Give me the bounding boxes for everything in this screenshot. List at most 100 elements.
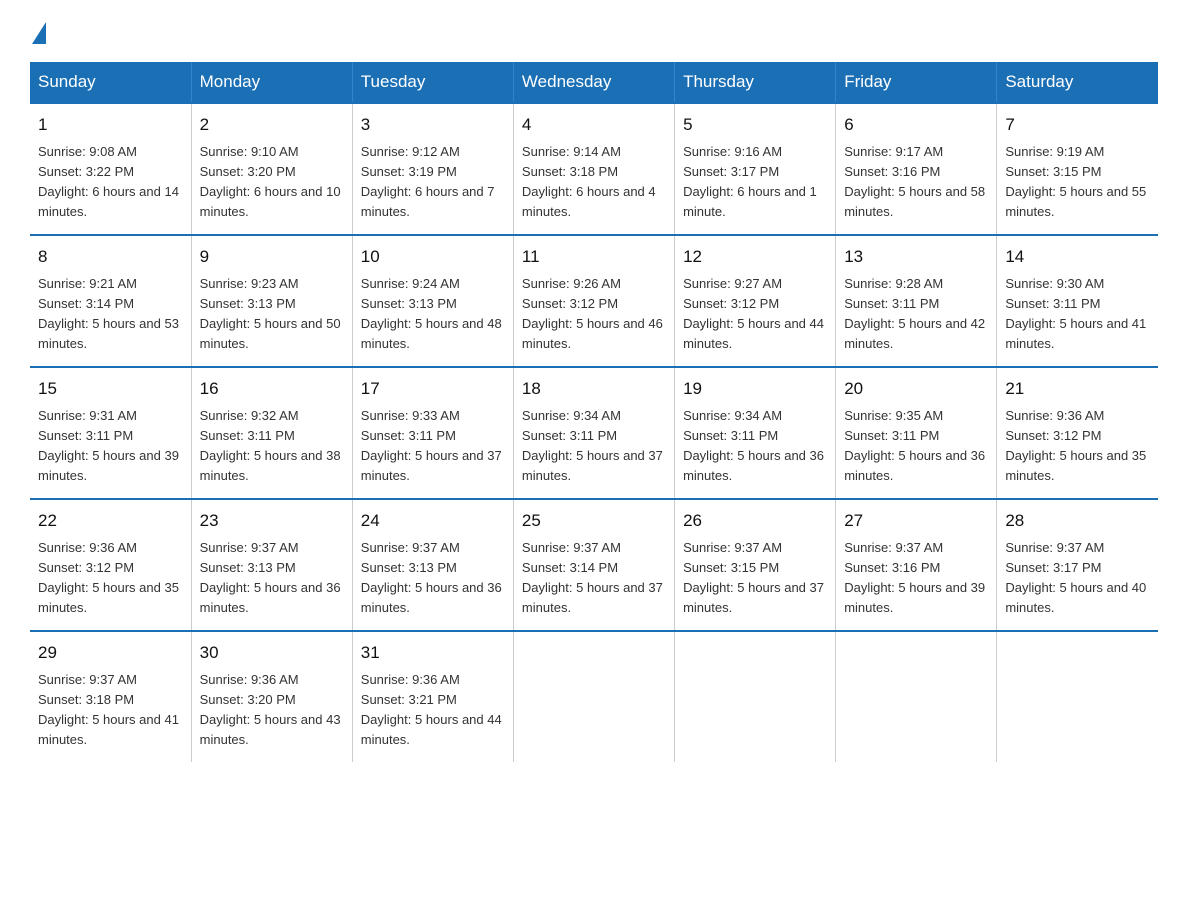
calendar-cell: 10 Sunrise: 9:24 AMSunset: 3:13 PMDayligh… <box>352 235 513 367</box>
column-header-saturday: Saturday <box>997 62 1158 103</box>
day-info: Sunrise: 9:26 AMSunset: 3:12 PMDaylight:… <box>522 274 666 355</box>
day-number: 30 <box>200 640 344 666</box>
day-number: 16 <box>200 376 344 402</box>
calendar-cell: 20 Sunrise: 9:35 AMSunset: 3:11 PMDayligh… <box>836 367 997 499</box>
logo-triangle-icon <box>32 22 46 44</box>
calendar-cell: 26 Sunrise: 9:37 AMSunset: 3:15 PMDayligh… <box>675 499 836 631</box>
day-info: Sunrise: 9:36 AMSunset: 3:21 PMDaylight:… <box>361 670 505 751</box>
day-info: Sunrise: 9:19 AMSunset: 3:15 PMDaylight:… <box>1005 142 1150 223</box>
day-info: Sunrise: 9:08 AMSunset: 3:22 PMDaylight:… <box>38 142 183 223</box>
calendar-cell: 16 Sunrise: 9:32 AMSunset: 3:11 PMDayligh… <box>191 367 352 499</box>
day-info: Sunrise: 9:32 AMSunset: 3:11 PMDaylight:… <box>200 406 344 487</box>
week-row-1: 1 Sunrise: 9:08 AMSunset: 3:22 PMDaylight… <box>30 103 1158 235</box>
day-info: Sunrise: 9:35 AMSunset: 3:11 PMDaylight:… <box>844 406 988 487</box>
calendar-cell: 22Sunrise: 9:36 AMSunset: 3:12 PMDayligh… <box>30 499 191 631</box>
day-number: 21 <box>1005 376 1150 402</box>
day-info: Sunrise: 9:14 AMSunset: 3:18 PMDaylight:… <box>522 142 666 223</box>
day-number: 17 <box>361 376 505 402</box>
day-info: Sunrise: 9:33 AMSunset: 3:11 PMDaylight:… <box>361 406 505 487</box>
day-number: 1 <box>38 112 183 138</box>
day-info: Sunrise: 9:24 AMSunset: 3:13 PMDaylight:… <box>361 274 505 355</box>
calendar-cell: 19Sunrise: 9:34 AMSunset: 3:11 PMDayligh… <box>675 367 836 499</box>
day-number: 31 <box>361 640 505 666</box>
calendar-cell: 31 Sunrise: 9:36 AMSunset: 3:21 PMDayligh… <box>352 631 513 762</box>
day-info: Sunrise: 9:37 AMSunset: 3:13 PMDaylight:… <box>361 538 505 619</box>
calendar-cell <box>836 631 997 762</box>
day-info: Sunrise: 9:37 AMSunset: 3:13 PMDaylight:… <box>200 538 344 619</box>
day-info: Sunrise: 9:36 AMSunset: 3:12 PMDaylight:… <box>38 538 183 619</box>
day-info: Sunrise: 9:27 AMSunset: 3:12 PMDaylight:… <box>683 274 827 355</box>
column-header-tuesday: Tuesday <box>352 62 513 103</box>
column-header-wednesday: Wednesday <box>513 62 674 103</box>
calendar-cell <box>675 631 836 762</box>
calendar-cell: 7 Sunrise: 9:19 AMSunset: 3:15 PMDaylight… <box>997 103 1158 235</box>
logo <box>30 20 46 44</box>
day-info: Sunrise: 9:23 AMSunset: 3:13 PMDaylight:… <box>200 274 344 355</box>
day-info: Sunrise: 9:37 AMSunset: 3:18 PMDaylight:… <box>38 670 183 751</box>
day-info: Sunrise: 9:37 AMSunset: 3:16 PMDaylight:… <box>844 538 988 619</box>
day-number: 2 <box>200 112 344 138</box>
day-number: 19 <box>683 376 827 402</box>
day-number: 29 <box>38 640 183 666</box>
day-number: 3 <box>361 112 505 138</box>
calendar-cell <box>513 631 674 762</box>
calendar-header-row: SundayMondayTuesdayWednesdayThursdayFrid… <box>30 62 1158 103</box>
column-header-thursday: Thursday <box>675 62 836 103</box>
calendar-cell: 3 Sunrise: 9:12 AMSunset: 3:19 PMDaylight… <box>352 103 513 235</box>
calendar-cell: 24 Sunrise: 9:37 AMSunset: 3:13 PMDayligh… <box>352 499 513 631</box>
calendar-table: SundayMondayTuesdayWednesdayThursdayFrid… <box>30 62 1158 762</box>
day-number: 26 <box>683 508 827 534</box>
day-number: 9 <box>200 244 344 270</box>
day-number: 20 <box>844 376 988 402</box>
calendar-cell: 27Sunrise: 9:37 AMSunset: 3:16 PMDayligh… <box>836 499 997 631</box>
day-number: 7 <box>1005 112 1150 138</box>
day-number: 5 <box>683 112 827 138</box>
day-number: 15 <box>38 376 183 402</box>
calendar-cell: 11Sunrise: 9:26 AMSunset: 3:12 PMDayligh… <box>513 235 674 367</box>
calendar-cell: 30 Sunrise: 9:36 AMSunset: 3:20 PMDayligh… <box>191 631 352 762</box>
day-number: 8 <box>38 244 183 270</box>
calendar-cell: 17 Sunrise: 9:33 AMSunset: 3:11 PMDayligh… <box>352 367 513 499</box>
calendar-cell: 13 Sunrise: 9:28 AMSunset: 3:11 PMDayligh… <box>836 235 997 367</box>
calendar-cell: 15Sunrise: 9:31 AMSunset: 3:11 PMDayligh… <box>30 367 191 499</box>
day-number: 24 <box>361 508 505 534</box>
week-row-5: 29 Sunrise: 9:37 AMSunset: 3:18 PMDayligh… <box>30 631 1158 762</box>
day-number: 13 <box>844 244 988 270</box>
day-info: Sunrise: 9:16 AMSunset: 3:17 PMDaylight:… <box>683 142 827 223</box>
day-info: Sunrise: 9:17 AMSunset: 3:16 PMDaylight:… <box>844 142 988 223</box>
page-header <box>30 20 1158 44</box>
week-row-2: 8 Sunrise: 9:21 AMSunset: 3:14 PMDaylight… <box>30 235 1158 367</box>
calendar-cell: 5 Sunrise: 9:16 AMSunset: 3:17 PMDaylight… <box>675 103 836 235</box>
column-header-monday: Monday <box>191 62 352 103</box>
day-number: 6 <box>844 112 988 138</box>
day-info: Sunrise: 9:30 AMSunset: 3:11 PMDaylight:… <box>1005 274 1150 355</box>
calendar-cell <box>997 631 1158 762</box>
day-info: Sunrise: 9:37 AMSunset: 3:14 PMDaylight:… <box>522 538 666 619</box>
day-info: Sunrise: 9:21 AMSunset: 3:14 PMDaylight:… <box>38 274 183 355</box>
day-info: Sunrise: 9:36 AMSunset: 3:20 PMDaylight:… <box>200 670 344 751</box>
calendar-cell: 29 Sunrise: 9:37 AMSunset: 3:18 PMDayligh… <box>30 631 191 762</box>
calendar-cell: 8 Sunrise: 9:21 AMSunset: 3:14 PMDaylight… <box>30 235 191 367</box>
calendar-cell: 25Sunrise: 9:37 AMSunset: 3:14 PMDayligh… <box>513 499 674 631</box>
calendar-cell: 9 Sunrise: 9:23 AMSunset: 3:13 PMDaylight… <box>191 235 352 367</box>
day-info: Sunrise: 9:37 AMSunset: 3:17 PMDaylight:… <box>1005 538 1150 619</box>
calendar-cell: 23 Sunrise: 9:37 AMSunset: 3:13 PMDayligh… <box>191 499 352 631</box>
week-row-3: 15Sunrise: 9:31 AMSunset: 3:11 PMDayligh… <box>30 367 1158 499</box>
day-info: Sunrise: 9:37 AMSunset: 3:15 PMDaylight:… <box>683 538 827 619</box>
calendar-cell: 12 Sunrise: 9:27 AMSunset: 3:12 PMDayligh… <box>675 235 836 367</box>
day-number: 10 <box>361 244 505 270</box>
calendar-cell: 28Sunrise: 9:37 AMSunset: 3:17 PMDayligh… <box>997 499 1158 631</box>
day-number: 12 <box>683 244 827 270</box>
day-number: 14 <box>1005 244 1150 270</box>
calendar-cell: 2Sunrise: 9:10 AMSunset: 3:20 PMDaylight… <box>191 103 352 235</box>
column-header-friday: Friday <box>836 62 997 103</box>
calendar-cell: 1 Sunrise: 9:08 AMSunset: 3:22 PMDaylight… <box>30 103 191 235</box>
calendar-cell: 18Sunrise: 9:34 AMSunset: 3:11 PMDayligh… <box>513 367 674 499</box>
calendar-cell: 14 Sunrise: 9:30 AMSunset: 3:11 PMDayligh… <box>997 235 1158 367</box>
day-info: Sunrise: 9:28 AMSunset: 3:11 PMDaylight:… <box>844 274 988 355</box>
day-info: Sunrise: 9:12 AMSunset: 3:19 PMDaylight:… <box>361 142 505 223</box>
day-number: 23 <box>200 508 344 534</box>
calendar-cell: 21 Sunrise: 9:36 AMSunset: 3:12 PMDayligh… <box>997 367 1158 499</box>
week-row-4: 22Sunrise: 9:36 AMSunset: 3:12 PMDayligh… <box>30 499 1158 631</box>
day-info: Sunrise: 9:36 AMSunset: 3:12 PMDaylight:… <box>1005 406 1150 487</box>
